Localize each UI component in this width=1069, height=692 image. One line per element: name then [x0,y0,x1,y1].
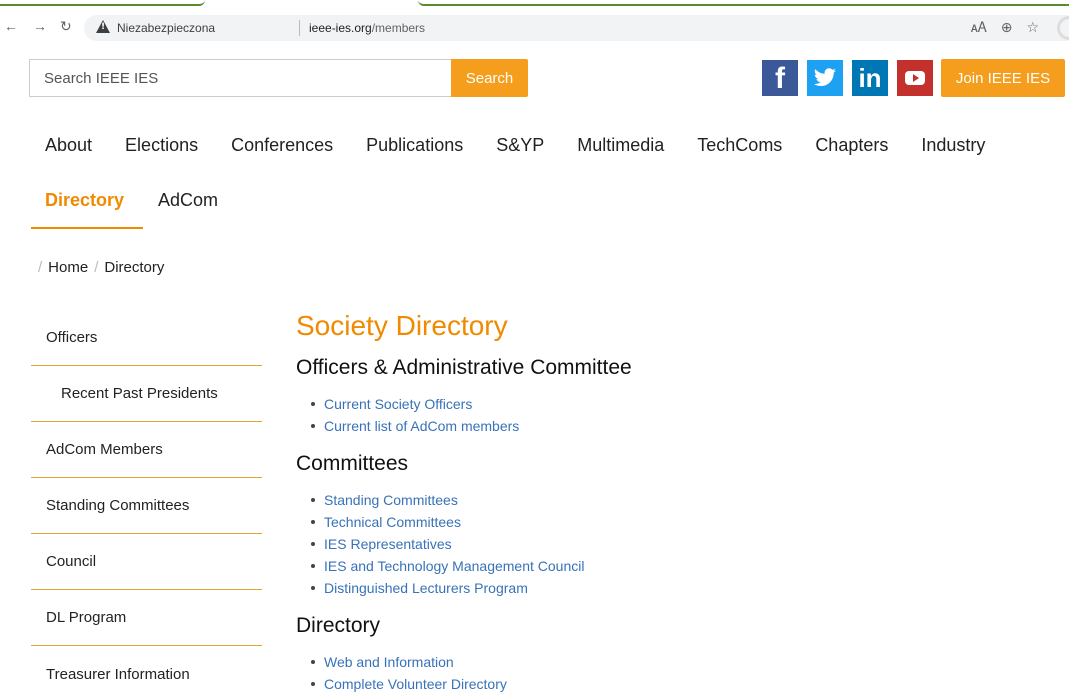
forward-icon[interactable]: → [33,18,47,34]
nav-multimedia[interactable]: Multimedia [577,135,664,155]
sidebar-item-treasurer-information[interactable]: Treasurer Information [31,646,262,692]
url-domain: ieee-ies.org [309,21,372,35]
youtube-icon[interactable] [897,60,933,96]
link-list: Web and Information Complete Volunteer D… [296,651,1016,692]
nav-conferences[interactable]: Conferences [231,135,333,155]
reload-icon[interactable]: ↻ [60,18,72,34]
section-heading-officers: Officers & Administrative Committee [296,356,632,379]
link-standing-committees[interactable]: Standing Committees [311,489,1016,511]
twitter-icon[interactable] [807,60,843,96]
breadcrumb-separator: / [38,259,43,276]
facebook-icon[interactable]: f [762,60,798,96]
section-heading-committees: Committees [296,452,409,475]
main-nav: About Elections Conferences Publications… [45,135,1018,155]
sidebar: Officers Recent Past Presidents AdCom Me… [31,310,262,692]
nav-techcoms[interactable]: TechComs [697,135,782,155]
nav-publications[interactable]: Publications [366,135,463,155]
sidebar-item-standing-committees[interactable]: Standing Committees [31,478,262,534]
nav-directory[interactable]: Directory [45,190,124,210]
link-list: Standing Committees Technical Committees… [296,489,1016,599]
nav-chapters[interactable]: Chapters [815,135,888,155]
breadcrumb: / Home / Directory [32,259,164,276]
back-icon[interactable]: ← [4,18,18,34]
security-label[interactable]: Niezabezpieczona [117,21,215,35]
link-dl-program[interactable]: Distinguished Lecturers Program [311,577,1016,599]
link-list: Current Society Officers Current list of… [296,393,1016,437]
link-ies-representatives[interactable]: IES Representatives [311,533,1016,555]
nav-about[interactable]: About [45,135,92,155]
search-button[interactable]: Search [451,59,528,97]
link-complete-volunteer-directory[interactable]: Complete Volunteer Directory [311,673,1016,692]
address-separator [299,20,300,36]
page-title: Society Directory [296,310,508,341]
site-search: Search [29,59,528,97]
nav-syp[interactable]: S&YP [496,135,544,155]
join-button[interactable]: Join IEEE IES [941,59,1065,97]
link-ies-tmc[interactable]: IES and Technology Management Council [311,555,1016,577]
nav-elections[interactable]: Elections [125,135,198,155]
sidebar-item-council[interactable]: Council [31,534,262,590]
tab-edge [0,0,205,6]
nav-industry[interactable]: Industry [921,135,985,155]
link-web-and-information[interactable]: Web and Information [311,651,1016,673]
url-path: /members [371,21,426,35]
linkedin-icon[interactable]: in [852,60,888,96]
sidebar-item-officers[interactable]: Officers [31,310,262,366]
sidebar-item-recent-past-presidents[interactable]: Recent Past Presidents [31,366,262,422]
link-current-society-officers[interactable]: Current Society Officers [311,393,1016,415]
not-secure-warning-icon [96,20,110,33]
breadcrumb-current: Directory [104,259,165,276]
address-bar[interactable]: Niezabezpieczona ieee-ies.org/members 🗚 … [84,15,1069,41]
sidebar-item-adcom-members[interactable]: AdCom Members [31,422,262,478]
nav-adcom[interactable]: AdCom [158,190,218,210]
main-nav-row2: Directory AdCom [45,190,252,210]
search-input[interactable] [29,59,451,97]
active-nav-underline [31,227,143,229]
bookmark-star-icon[interactable]: ☆ [1026,19,1039,36]
sidebar-item-dl-program[interactable]: DL Program [31,590,262,646]
section-heading-directory: Directory [296,614,381,637]
browser-toolbar: ← → ↻ Niezabezpieczona ieee-ies.org/memb… [0,0,1069,44]
url-text[interactable]: ieee-ies.org/members [309,21,425,35]
main-content: Society Directory Officers & Administrat… [296,310,1016,692]
zoom-icon[interactable]: ⊕ [1001,19,1013,36]
link-technical-committees[interactable]: Technical Committees [311,511,1016,533]
tab-edge [418,0,1069,6]
link-current-adcom-members[interactable]: Current list of AdCom members [311,415,1016,437]
breadcrumb-home[interactable]: Home [48,259,88,276]
translate-icon[interactable]: 🗚 [971,19,987,36]
breadcrumb-separator: / [94,259,99,276]
